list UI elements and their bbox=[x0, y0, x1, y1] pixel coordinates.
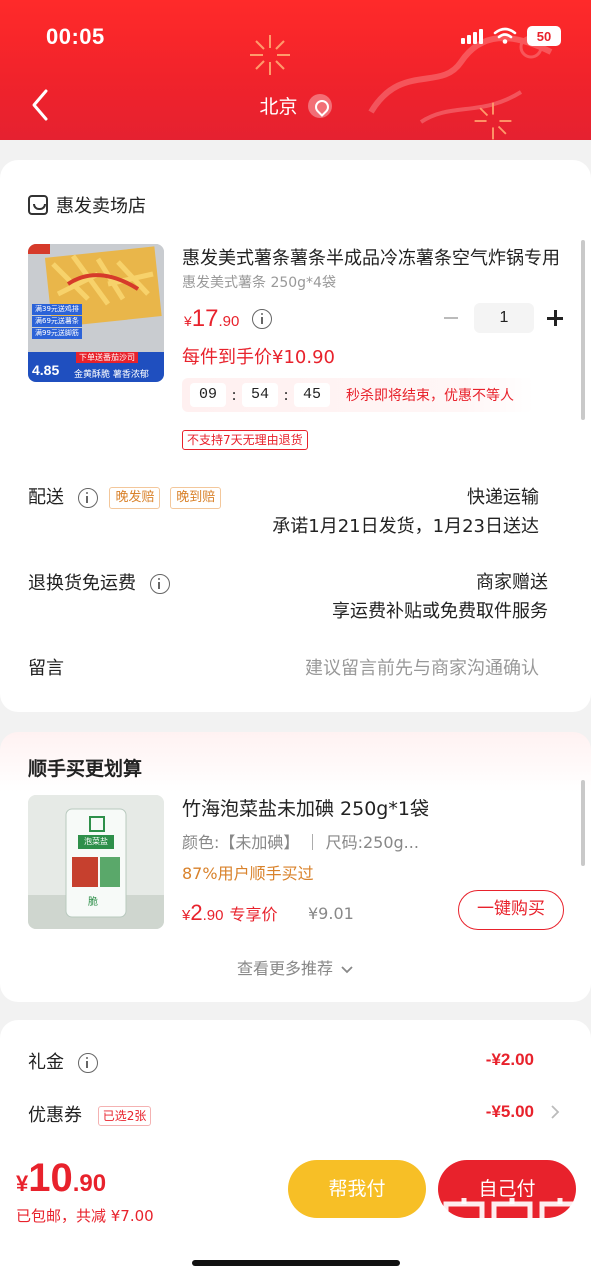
shop-row[interactable]: 惠发卖场店 bbox=[28, 192, 146, 218]
delivery-info-icon[interactable] bbox=[77, 488, 98, 508]
recommend-image[interactable]: 泡菜盐 脆 bbox=[28, 795, 164, 929]
price-info-icon[interactable] bbox=[252, 309, 272, 329]
return-shipping-row[interactable]: 退换货免运费 bbox=[28, 569, 170, 595]
gift-amount: -¥2.00 bbox=[485, 1050, 534, 1069]
total-price: ¥10.90 bbox=[16, 1156, 106, 1201]
price-currency: ¥ bbox=[184, 313, 192, 329]
image-promo-list: 满39元送鸡排 满69元送薯条 满99元送脚筋 bbox=[32, 304, 82, 339]
coupon-selected-tag: 已选2张 bbox=[97, 1106, 152, 1126]
late-ship-tag: 晚发赔 bbox=[109, 487, 161, 509]
shop-icon bbox=[28, 195, 48, 215]
coupon-label: 优惠券 bbox=[28, 1105, 82, 1126]
header-bar bbox=[0, 0, 591, 140]
recommend-price-decimal: .90 bbox=[202, 907, 224, 924]
salt-bag-label: 泡菜盐 bbox=[84, 837, 108, 846]
signal-icon bbox=[461, 28, 483, 44]
recommend-item-spec[interactable]: 颜色:【未加碘】 ｜ 尺码:250g... bbox=[182, 829, 419, 853]
recommend-price: ¥2.90 专享价 bbox=[182, 900, 277, 926]
recommend-title: 顺手买更划算 bbox=[28, 758, 143, 780]
city-label: 北京 bbox=[259, 96, 298, 118]
city-selector[interactable]: 北京 bbox=[0, 92, 591, 119]
decrease-button[interactable] bbox=[442, 304, 462, 332]
gift-info-icon[interactable] bbox=[77, 1053, 98, 1073]
coupon-row[interactable]: 优惠券 已选2张 bbox=[28, 1101, 152, 1127]
total-savings: 已包邮，共减 ¥7.00 bbox=[16, 1207, 154, 1225]
product-price: ¥17.90 bbox=[184, 305, 239, 333]
return-shipping-desc: 享运费补贴或免费取件服务 bbox=[332, 601, 548, 622]
total-currency: ¥ bbox=[16, 1171, 29, 1196]
recommend-item-title[interactable]: 竹海泡菜盐未加碘 250g*1袋 bbox=[182, 794, 429, 821]
product-image[interactable]: 满39元送鸡排 满69元送薯条 满99元送脚筋 4.85 下单送番茄沙司 金黄酥… bbox=[28, 244, 164, 382]
countdown-text: 秒杀即将结束，优惠不等人 bbox=[346, 388, 514, 404]
coupon-amount: -¥5.00 bbox=[485, 1102, 534, 1121]
countdown-seconds: 45 bbox=[294, 383, 330, 407]
flash-sale-countdown: 09 : 54 : 45 秒杀即将结束，优惠不等人 bbox=[182, 378, 534, 412]
see-more-recommend[interactable]: 查看更多推荐 bbox=[0, 955, 591, 979]
image-banner-top: 下单送番茄沙司 bbox=[76, 352, 138, 363]
no-return-badge: 不支持7天无理由退货 bbox=[182, 430, 308, 450]
quantity-value[interactable]: 1 bbox=[474, 303, 534, 333]
image-promo-line: 满99元送脚筋 bbox=[32, 328, 82, 339]
quantity-stepper: 1 bbox=[442, 303, 566, 333]
delivery-method: 快递运输 bbox=[467, 487, 539, 508]
wifi-icon bbox=[493, 27, 517, 44]
product-title[interactable]: 惠发美式薯条薯条半成品冷冻薯条空气炸锅专用 bbox=[182, 244, 567, 270]
scrollbar[interactable] bbox=[581, 240, 585, 420]
final-price: 每件到手价¥10.90 bbox=[182, 347, 335, 368]
watermark-text: zhizhizhi.com bbox=[442, 1250, 540, 1266]
countdown-minutes: 54 bbox=[242, 383, 278, 407]
see-more-label: 查看更多推荐 bbox=[236, 959, 333, 978]
salt-bag-image bbox=[28, 795, 164, 929]
help-me-pay-button[interactable]: 帮我付 bbox=[288, 1160, 426, 1218]
price-integer: 17 bbox=[191, 305, 219, 332]
home-indicator[interactable] bbox=[192, 1260, 400, 1266]
late-arrive-tag: 晚到赔 bbox=[170, 487, 222, 509]
location-icon bbox=[307, 93, 332, 118]
status-icons: 50 bbox=[461, 26, 561, 46]
firework-icon bbox=[250, 35, 290, 75]
product-spec[interactable]: 惠发美式薯条 250g*4袋 bbox=[182, 272, 336, 292]
return-info-icon[interactable] bbox=[149, 574, 170, 594]
gift-label: 礼金 bbox=[28, 1052, 64, 1073]
image-promo-line: 满39元送鸡排 bbox=[32, 304, 82, 315]
shop-name: 惠发卖场店 bbox=[56, 196, 146, 217]
total-decimal: .90 bbox=[72, 1170, 107, 1197]
recommend-original-price: ¥9.01 bbox=[308, 904, 354, 923]
one-click-buy-button[interactable]: 一键购买 bbox=[458, 890, 564, 930]
chevron-down-icon bbox=[341, 965, 353, 973]
chevron-right-icon[interactable] bbox=[550, 1104, 560, 1120]
message-label: 留言 bbox=[28, 658, 64, 679]
salt-bag-sub: 脆 bbox=[88, 897, 98, 908]
delivery-label: 配送 bbox=[28, 487, 64, 508]
delivery-promise: 承诺1月21日发货，1月23日送达 bbox=[272, 516, 539, 537]
delivery-row[interactable]: 配送 晚发赔 晚到赔 bbox=[28, 483, 222, 509]
image-banner-bottom: 金黄酥脆 薯香浓郁 bbox=[74, 370, 149, 380]
countdown-hours: 09 bbox=[190, 383, 226, 407]
increase-button[interactable] bbox=[546, 304, 566, 332]
scrollbar[interactable] bbox=[581, 780, 585, 866]
return-shipping-value: 商家赠送 bbox=[476, 572, 548, 593]
recommend-price-integer: 2 bbox=[190, 900, 203, 925]
total-integer: 10 bbox=[28, 1156, 73, 1200]
message-input[interactable]: 建议留言前先与商家沟通确认 bbox=[305, 654, 539, 680]
recommend-item-popularity: 87%用户顺手买过 bbox=[182, 864, 314, 883]
battery-indicator: 50 bbox=[527, 26, 561, 46]
status-time: 00:05 bbox=[46, 24, 105, 49]
return-shipping-label: 退换货免运费 bbox=[28, 573, 136, 594]
gift-row[interactable]: 礼金 bbox=[28, 1048, 98, 1074]
price-decimal: .90 bbox=[218, 313, 240, 330]
image-badge: 4.85 bbox=[32, 362, 60, 378]
recommend-price-tag: 专享价 bbox=[229, 905, 278, 924]
image-promo-line: 满69元送薯条 bbox=[32, 316, 82, 327]
